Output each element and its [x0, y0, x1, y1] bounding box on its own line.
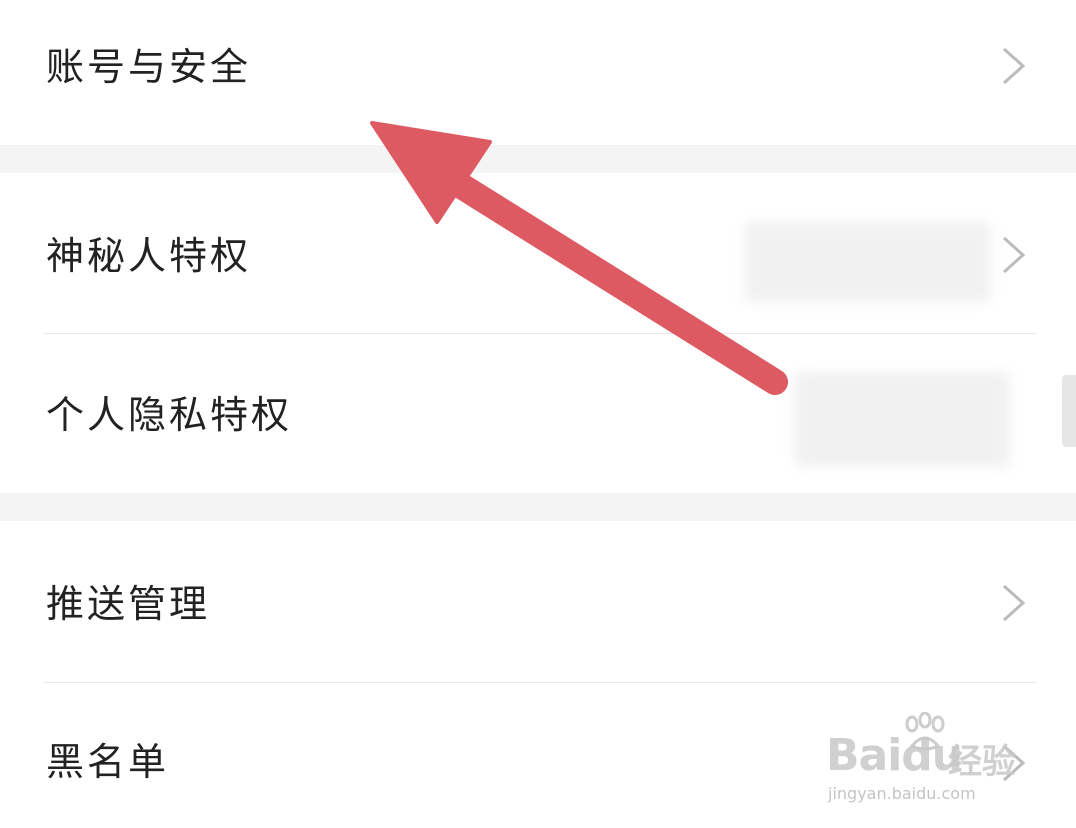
red-arrow-annotation: [370, 121, 788, 395]
